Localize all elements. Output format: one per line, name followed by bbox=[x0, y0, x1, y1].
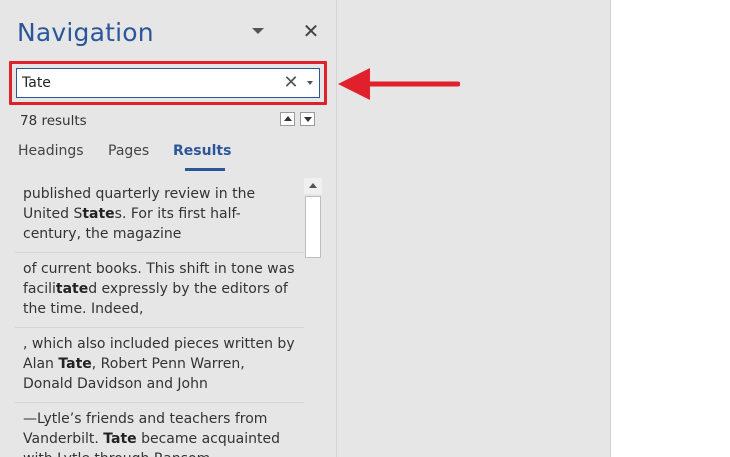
results-count: 78 results bbox=[20, 113, 87, 129]
scroll-up-button[interactable] bbox=[304, 178, 322, 194]
navigation-pane: Navigation ✕ ✕ 78 results Headings Pages… bbox=[0, 0, 337, 457]
search-options-chevron-icon[interactable] bbox=[307, 81, 313, 85]
active-tab-indicator bbox=[185, 168, 225, 171]
results-list: published quarterly review in the United… bbox=[15, 178, 305, 457]
search-box[interactable]: ✕ bbox=[16, 68, 320, 98]
red-arrow-icon bbox=[338, 68, 460, 100]
scrollbar-thumb[interactable] bbox=[305, 196, 321, 258]
tab-pages[interactable]: Pages bbox=[108, 143, 149, 159]
result-item[interactable]: , which also included pieces written by … bbox=[15, 328, 305, 403]
next-result-button[interactable] bbox=[300, 112, 315, 126]
tab-results[interactable]: Results bbox=[173, 143, 231, 159]
previous-result-button[interactable] bbox=[280, 112, 295, 126]
result-item[interactable]: published quarterly review in the United… bbox=[15, 178, 305, 253]
close-icon[interactable]: ✕ bbox=[301, 21, 321, 41]
tab-headings[interactable]: Headings bbox=[18, 143, 84, 159]
search-input[interactable] bbox=[22, 69, 272, 97]
document-page[interactable] bbox=[610, 0, 730, 457]
clear-icon[interactable]: ✕ bbox=[283, 72, 299, 94]
result-item[interactable]: of current books. This shift in tone was… bbox=[15, 253, 305, 328]
result-item[interactable]: —Lytle’s friends and teachers from Vande… bbox=[15, 403, 305, 457]
pane-title: Navigation bbox=[17, 18, 154, 47]
chevron-down-icon[interactable] bbox=[252, 28, 264, 34]
red-arrow-head bbox=[338, 68, 370, 100]
